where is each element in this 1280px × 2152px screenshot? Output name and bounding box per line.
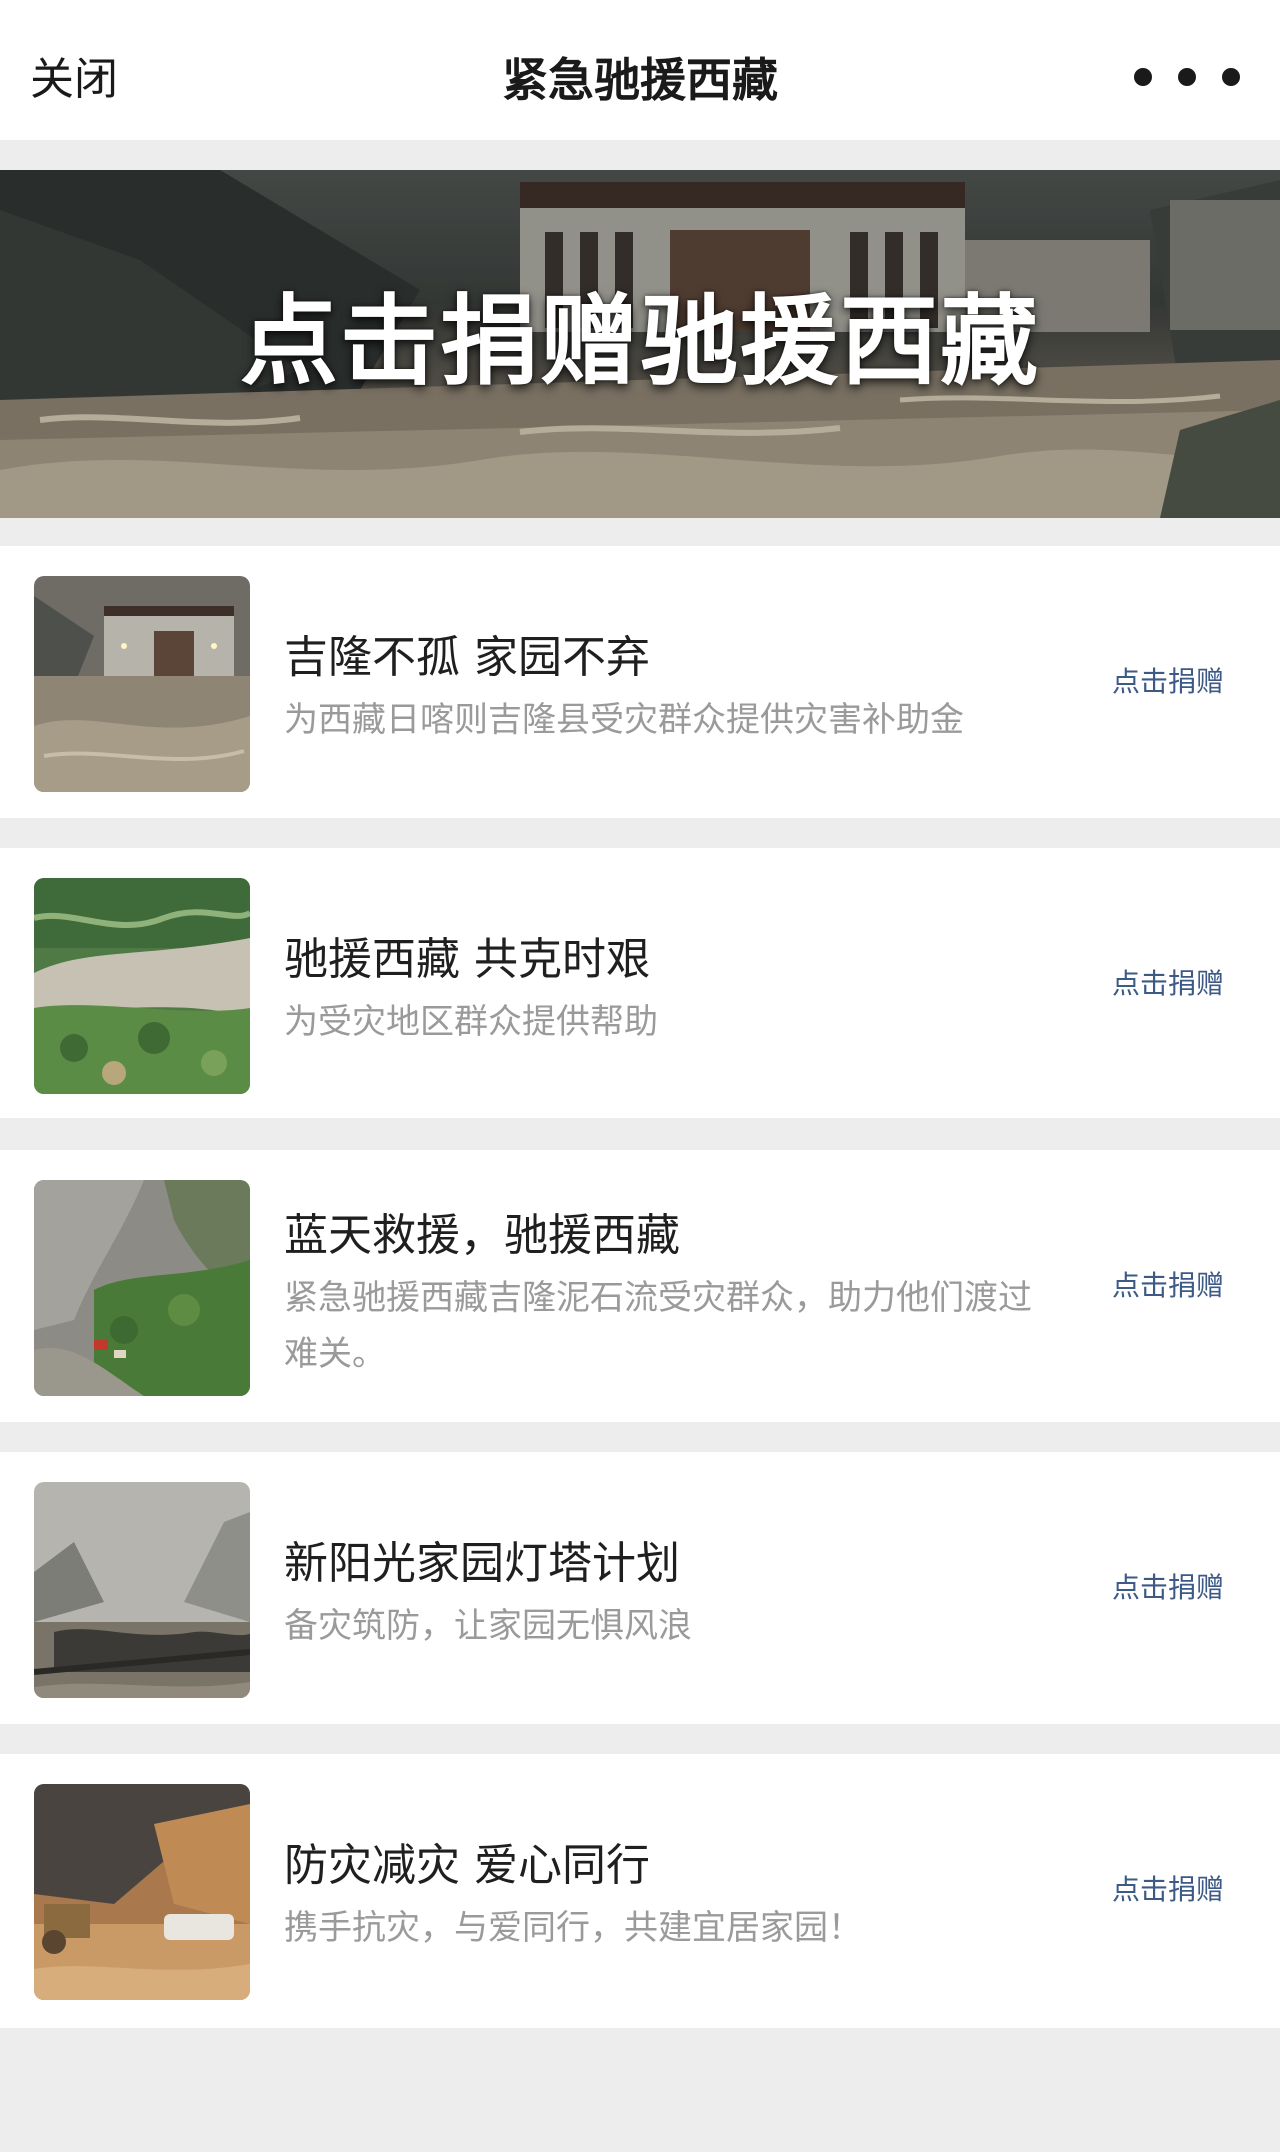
item-title: 防灾减灾 爱心同行 (284, 1840, 650, 1891)
donate-link[interactable]: 点击捐赠 (1112, 662, 1224, 702)
item-description: 紧急驰援西藏吉隆泥石流受灾群众，助力他们渡过难关。 (284, 1278, 1032, 1374)
item-description: 携手抗灾，与爱同行，共建宜居家园！ (284, 1908, 862, 1948)
item-thumbnail (34, 1784, 250, 2000)
donate-link[interactable]: 点击捐赠 (1112, 1870, 1224, 1910)
more-dot (1222, 68, 1240, 86)
item-thumbnail (34, 1482, 250, 1698)
more-dots-icon[interactable] (1134, 60, 1240, 94)
item-description: 为受灾地区群众提供帮助 (284, 1002, 658, 1042)
donate-banner[interactable]: 点击捐赠驰援西藏 (0, 170, 1280, 518)
item-description: 为西藏日喀则吉隆县受灾群众提供灾害补助金 (284, 700, 964, 740)
item-title: 驰援西藏 共克时艰 (284, 934, 650, 985)
donate-link[interactable]: 点击捐赠 (1112, 1568, 1224, 1608)
donation-item-5[interactable]: 防灾减灾 爱心同行 携手抗灾，与爱同行，共建宜居家园！ 点击捐赠 (0, 1754, 1280, 2028)
donation-item-1[interactable]: 吉隆不孤 家园不弃 为西藏日喀则吉隆县受灾群众提供灾害补助金 点击捐赠 (0, 546, 1280, 818)
donation-item-2[interactable]: 驰援西藏 共克时艰 为受灾地区群众提供帮助 点击捐赠 (0, 848, 1280, 1118)
item-thumbnail (34, 878, 250, 1094)
item-title: 蓝天救援，驰援西藏 (284, 1210, 680, 1261)
donation-page: 关闭 紧急驰援西藏 点击捐赠驰援西藏 吉隆不孤 家园不弃 为西藏日喀则吉隆县受灾… (0, 0, 1280, 2152)
page-title: 紧急驰援西藏 (502, 53, 778, 107)
top-navigation-bar: 关闭 紧急驰援西藏 (0, 0, 1280, 140)
more-dot (1178, 68, 1196, 86)
item-description: 备灾筑防，让家园无惧风浪 (284, 1606, 692, 1646)
donation-item-4[interactable]: 新阳光家园灯塔计划 备灾筑防，让家园无惧风浪 点击捐赠 (0, 1452, 1280, 1724)
item-thumbnail (34, 576, 250, 792)
banner-title: 点击捐赠驰援西藏 (239, 285, 1040, 399)
donate-link[interactable]: 点击捐赠 (1112, 964, 1224, 1004)
item-thumbnail (34, 1180, 250, 1396)
donate-link[interactable]: 点击捐赠 (1112, 1266, 1224, 1306)
item-title: 吉隆不孤 家园不弃 (284, 632, 650, 683)
item-title: 新阳光家园灯塔计划 (284, 1538, 680, 1589)
donation-item-3[interactable]: 蓝天救援，驰援西藏 紧急驰援西藏吉隆泥石流受灾群众，助力他们渡过难关。 点击捐赠 (0, 1150, 1280, 1422)
more-dot (1134, 68, 1152, 86)
